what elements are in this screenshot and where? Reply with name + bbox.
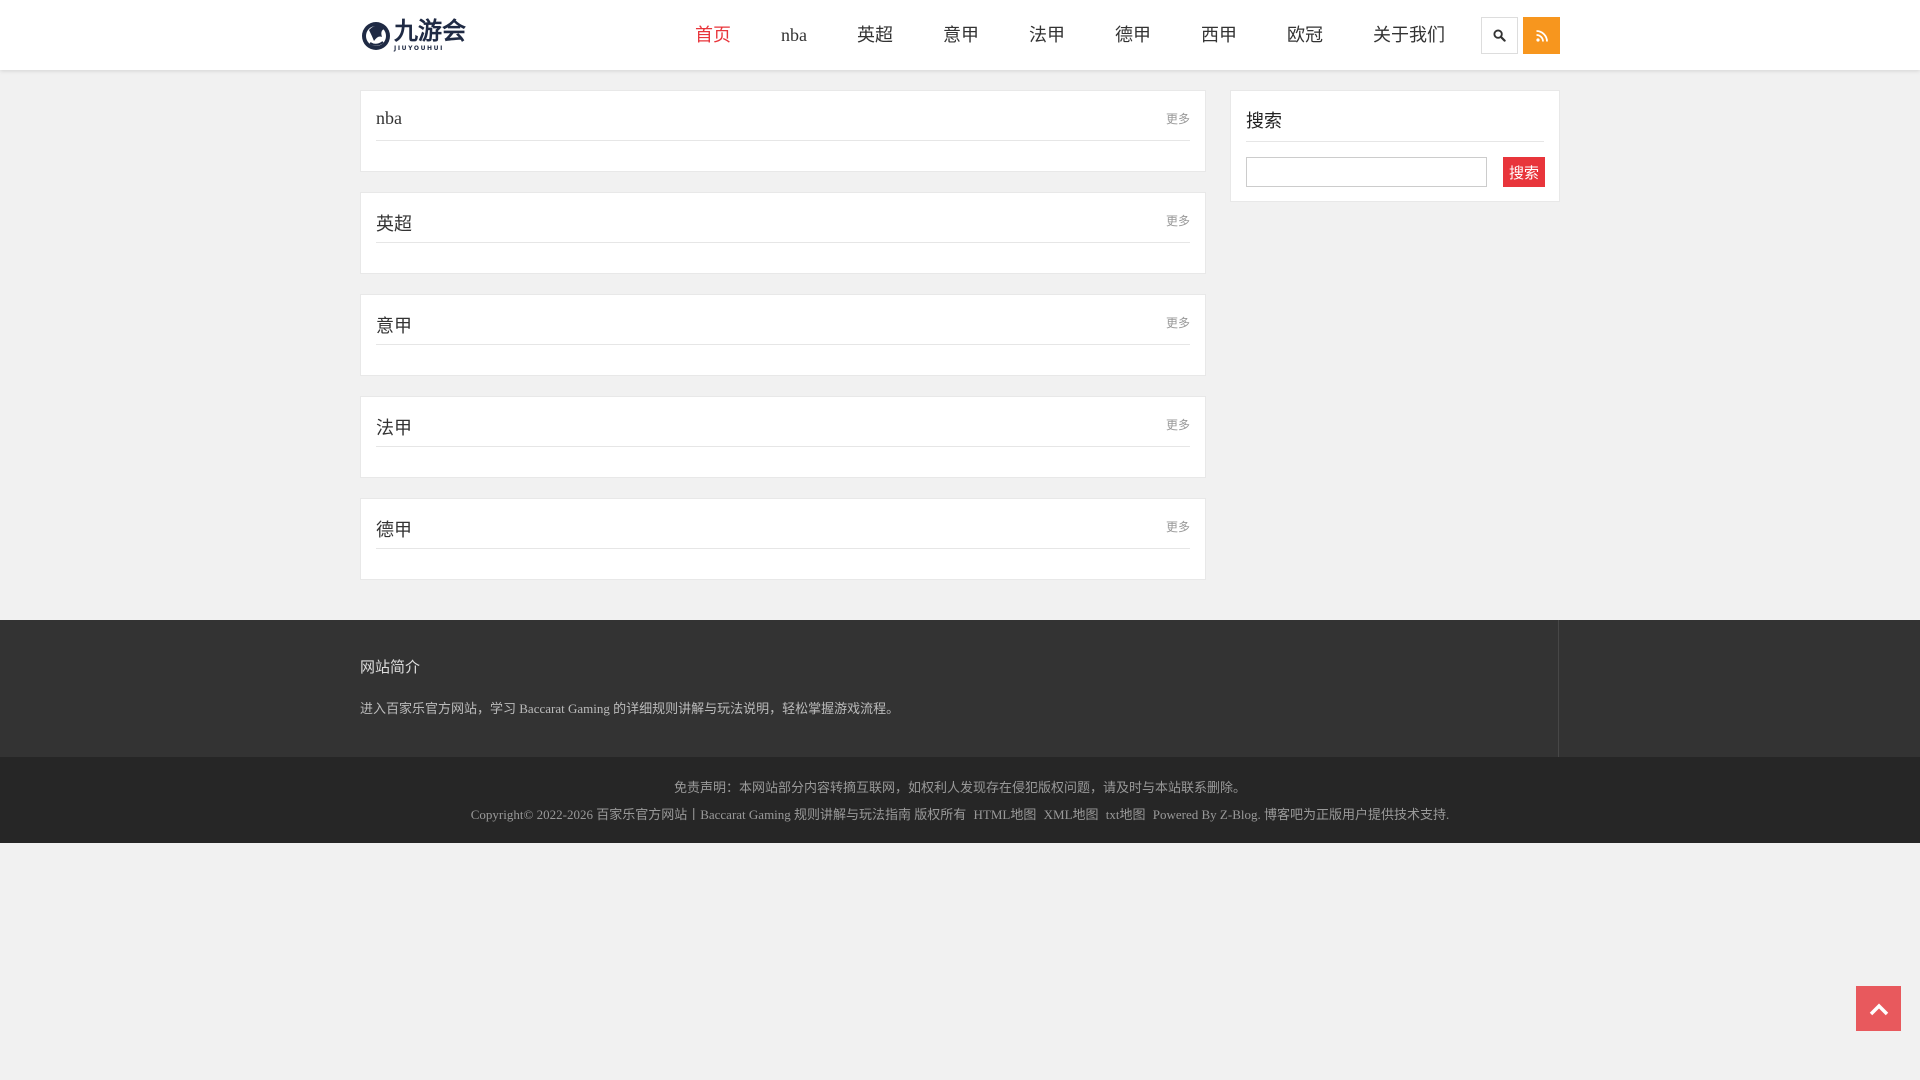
more-link[interactable]: 更多 (1166, 110, 1190, 127)
section-title[interactable]: 德甲 (376, 516, 412, 542)
nav-item-bundesliga[interactable]: 德甲 (1090, 0, 1176, 70)
html-sitemap-link[interactable]: HTML地图 (974, 807, 1037, 822)
rss-icon (1535, 29, 1548, 42)
main-nav: 首页 nba 英超 意甲 法甲 德甲 西甲 欧冠 关于我们 (670, 0, 1470, 70)
sidebar-search-widget: 搜索 搜索 (1230, 90, 1560, 202)
nav-item-ligue-1[interactable]: 法甲 (1004, 0, 1090, 70)
section-title[interactable]: 法甲 (376, 414, 412, 440)
section-title[interactable]: 意甲 (376, 312, 412, 338)
site-logo[interactable]: 九游会 JIUYOUHUI (360, 15, 466, 55)
logo-subtitle: JIUYOUHUI (394, 44, 444, 52)
section-title[interactable]: nba (376, 108, 402, 129)
chevron-up-icon (1869, 1003, 1888, 1015)
more-link[interactable]: 更多 (1166, 416, 1190, 433)
more-link[interactable]: 更多 (1166, 212, 1190, 229)
nav-item-premier-league[interactable]: 英超 (832, 0, 918, 70)
nav-item-nba[interactable]: nba (756, 0, 832, 70)
section-header: 法甲 更多 (376, 397, 1190, 447)
section-header: 意甲 更多 (376, 295, 1190, 345)
nav-item-la-liga[interactable]: 西甲 (1176, 0, 1262, 70)
footer-disclaimer: 免责声明：本网站部分内容转摘互联网，如权利人发现存在侵犯版权问题，请及时与本站联… (673, 780, 1246, 795)
more-link[interactable]: 更多 (1166, 518, 1190, 535)
section-header: 英超 更多 (376, 193, 1190, 243)
footer-about-text: 进入百家乐官方网站，学习 Baccarat Gaming 的详细规则讲解与玩法说… (360, 701, 900, 716)
xml-sitemap-link[interactable]: XML地图 (1044, 807, 1099, 822)
nav-item-about-us[interactable]: 关于我们 (1348, 0, 1470, 70)
section-header: 德甲 更多 (376, 499, 1190, 549)
category-section-nba: nba 更多 (360, 90, 1206, 172)
section-header: nba 更多 (376, 91, 1190, 141)
nav-item-champions-league[interactable]: 欧冠 (1262, 0, 1348, 70)
more-link[interactable]: 更多 (1166, 314, 1190, 331)
category-section-premier-league: 英超 更多 (360, 192, 1206, 274)
search-icon (1493, 29, 1506, 42)
logo-emblem-icon (360, 17, 392, 53)
powered-by-text[interactable]: Powered By Z-Blog. 博客吧为正版用户提供技术支持. (1153, 807, 1449, 822)
category-section-serie-a: 意甲 更多 (360, 294, 1206, 376)
section-title[interactable]: 英超 (376, 210, 412, 236)
widget-header: 搜索 (1246, 91, 1544, 142)
nav-item-home[interactable]: 首页 (670, 0, 756, 70)
header-search-button[interactable] (1481, 17, 1518, 54)
logo-text: 九游会 JIUYOUHUI (394, 15, 466, 52)
footer-copyright-line: Copyright© 2022-2026 百家乐官方网站丨Baccarat Ga… (0, 804, 1920, 823)
widget-title: 搜索 (1246, 111, 1282, 132)
footer-copyright: 免责声明：本网站部分内容转摘互联网，如权利人发现存在侵犯版权问题，请及时与本站联… (0, 757, 1920, 843)
back-to-top-button[interactable] (1856, 986, 1901, 1031)
category-section-ligue-1: 法甲 更多 (360, 396, 1206, 478)
txt-sitemap-link[interactable]: txt地图 (1106, 807, 1146, 822)
rss-button[interactable] (1523, 17, 1560, 54)
copyright-text: Copyright© 2022-2026 百家乐官方网站丨Baccarat Ga… (470, 807, 967, 822)
footer-divider (1558, 620, 1559, 757)
nav-item-serie-a[interactable]: 意甲 (918, 0, 1004, 70)
search-submit-button[interactable]: 搜索 (1503, 157, 1545, 187)
footer-about-title: 网站简介 (360, 658, 421, 676)
site-header: 九游会 JIUYOUHUI 首页 nba 英超 意甲 法甲 德甲 西甲 欧冠 关… (0, 0, 1920, 70)
search-input[interactable] (1246, 157, 1487, 187)
category-section-bundesliga: 德甲 更多 (360, 498, 1206, 580)
logo-title: 九游会 (394, 15, 466, 45)
footer-about: 网站简介 进入百家乐官方网站，学习 Baccarat Gaming 的详细规则讲… (0, 620, 1920, 757)
